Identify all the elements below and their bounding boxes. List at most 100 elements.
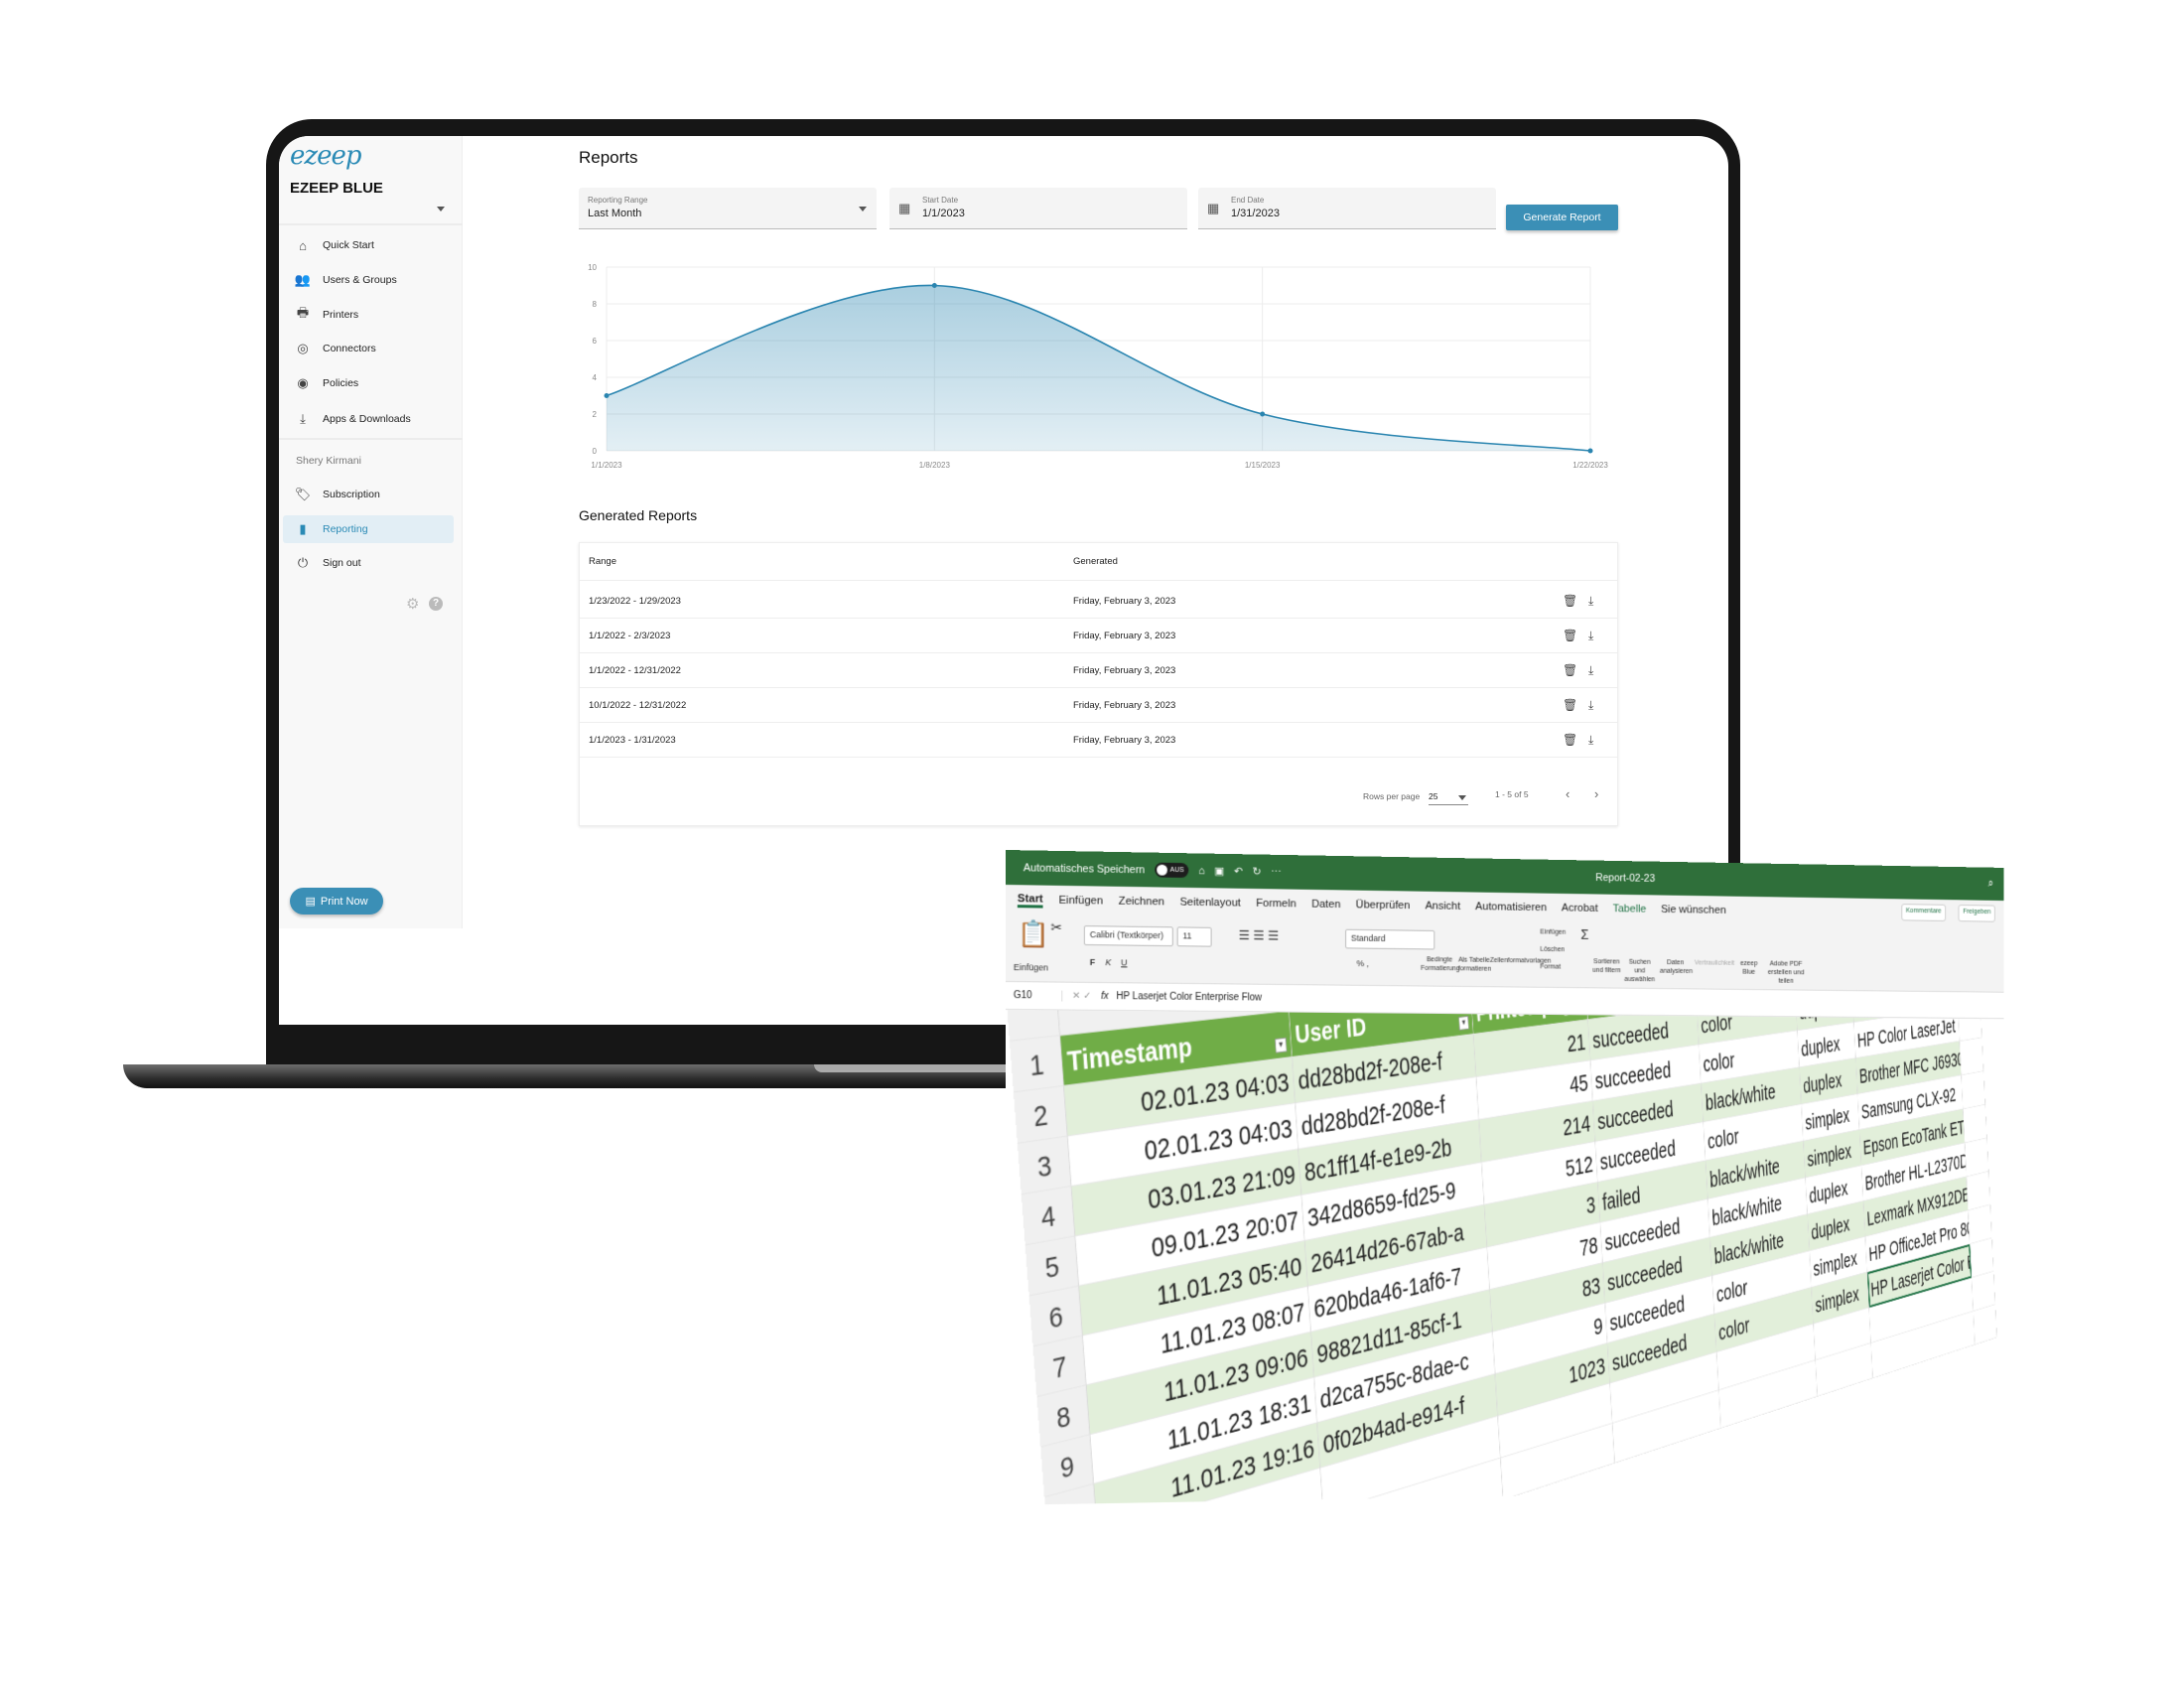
font-size-select[interactable]: 11 — [1176, 926, 1212, 947]
paste-icon[interactable]: 📋 — [1018, 918, 1049, 949]
adobe-pdf-button[interactable]: Adobe PDF erstellen und teilen — [1763, 959, 1808, 985]
number-format-select[interactable]: Standard — [1345, 928, 1435, 950]
cut-icon[interactable]: ✂ — [1050, 919, 1062, 936]
sidebar-item-sign-out[interactable]: ⏻ Sign out — [283, 549, 454, 577]
end-date-field[interactable]: ▦ End Date 1/31/2023 — [1198, 188, 1496, 229]
delete-icon[interactable]: 🗑 — [1563, 629, 1577, 642]
generate-report-button[interactable]: Generate Report — [1506, 205, 1618, 230]
table-row[interactable]: 1/1/2022 - 12/31/2022 Friday, February 3,… — [580, 653, 1617, 688]
sidebar-item-users-groups[interactable]: 👥 Users & Groups — [283, 266, 454, 294]
start-date-field[interactable]: ▦ Start Date 1/1/2023 — [889, 188, 1187, 229]
autosave-toggle[interactable]: AUS — [1155, 862, 1189, 879]
find-select-button[interactable]: Suchen und auswählen — [1623, 958, 1656, 984]
column-header-generated: Generated — [1073, 556, 1118, 567]
print-now-button[interactable]: ▤ Print Now — [290, 888, 383, 914]
sensitivity-button[interactable]: Vertraulichkeit — [1695, 959, 1734, 968]
formula-input[interactable]: HP Laserjet Color Enterprise Flow — [1117, 991, 1263, 1003]
row-number[interactable]: 4 — [1021, 1186, 1076, 1246]
font-select[interactable]: Calibri (Textkörper) — [1083, 925, 1173, 947]
filter-dropdown-icon[interactable]: ▾ — [1275, 1037, 1288, 1054]
bold-button[interactable]: F — [1090, 957, 1095, 967]
delete-cells-button[interactable]: Löschen — [1540, 945, 1565, 954]
ribbon-tab[interactable]: Acrobat — [1562, 903, 1598, 914]
reporting-range-select[interactable]: Reporting Range Last Month — [579, 188, 877, 229]
ribbon-tab[interactable]: Ansicht — [1426, 901, 1461, 913]
comments-button[interactable]: Kommentare — [1901, 904, 1947, 921]
analyze-data-button[interactable]: Daten analysieren — [1660, 958, 1693, 976]
ribbon-tab[interactable]: Zeichnen — [1119, 896, 1164, 909]
page-info: 1 - 5 of 5 — [1495, 789, 1529, 799]
sidebar-item-subscription[interactable]: 🏷 Subscription — [283, 481, 454, 508]
row-number[interactable]: 2 — [1013, 1085, 1068, 1144]
previous-page-icon[interactable]: ‹ — [1566, 786, 1570, 801]
row-number[interactable]: 1 — [1009, 1036, 1064, 1093]
delete-icon[interactable]: 🗑 — [1563, 663, 1577, 677]
format-as-table-button[interactable]: Als Tabelle formatieren — [1458, 956, 1491, 974]
more-icon[interactable]: ⋯ — [1271, 866, 1282, 879]
italic-button[interactable]: K — [1105, 957, 1111, 967]
filter-dropdown-icon[interactable]: ▾ — [1458, 1016, 1469, 1031]
sidebar-item-connectors[interactable]: ◎ Connectors — [283, 335, 454, 362]
download-icon[interactable]: ⤓ — [1588, 733, 1593, 748]
ribbon-tab[interactable]: Sie wünschen — [1661, 904, 1726, 916]
ribbon-tab[interactable]: Einfügen — [1059, 895, 1104, 908]
cell[interactable] — [1965, 1138, 1989, 1178]
sidebar-item-policies[interactable]: ◉ Policies — [283, 369, 454, 397]
help-icon[interactable]: ? — [429, 597, 443, 611]
delete-icon[interactable]: 🗑 — [1563, 698, 1577, 712]
range-cell: 1/1/2022 - 2/3/2023 — [589, 630, 671, 641]
format-cells-button[interactable]: Format — [1540, 962, 1561, 971]
next-page-icon[interactable]: › — [1594, 786, 1598, 801]
account-dropdown-caret-icon[interactable] — [437, 207, 445, 211]
table-row[interactable]: 10/1/2022 - 12/31/2022 Friday, February 3… — [580, 688, 1617, 723]
sidebar-item-apps-downloads[interactable]: ⤓ Apps & Downloads — [283, 405, 454, 433]
download-icon[interactable]: ⤓ — [1588, 698, 1593, 713]
brand-name[interactable]: EZEEP BLUE — [290, 180, 383, 197]
table-row[interactable]: 1/1/2022 - 2/3/2023 Friday, February 3, 2… — [580, 619, 1617, 653]
cell[interactable] — [1961, 1070, 1985, 1110]
percent-icon[interactable]: % , — [1357, 958, 1369, 968]
ribbon-tab[interactable]: Start — [1017, 892, 1043, 909]
table-row[interactable]: 1/23/2022 - 1/29/2023 Friday, February 3,… — [580, 584, 1617, 619]
cell[interactable] — [1960, 1038, 1984, 1075]
row-number[interactable]: 3 — [1017, 1136, 1072, 1196]
align-icon[interactable]: ☰ ☰ ☰ — [1239, 927, 1280, 943]
function-icon[interactable]: fx — [1101, 991, 1116, 1002]
table-header: Range Generated — [580, 543, 1617, 581]
name-box[interactable]: G10 — [1006, 990, 1063, 1002]
underline-button[interactable]: U — [1121, 957, 1127, 967]
undo-icon[interactable]: ↶ — [1234, 865, 1243, 878]
delete-icon[interactable]: 🗑 — [1563, 594, 1577, 608]
insert-cells-button[interactable]: Einfügen — [1540, 928, 1566, 937]
redo-icon[interactable]: ↻ — [1253, 865, 1262, 878]
ribbon-tab[interactable]: Überprüfen — [1356, 899, 1411, 912]
ribbon-tab[interactable]: Automatisieren — [1475, 901, 1547, 914]
save-icon[interactable]: ▣ — [1214, 865, 1224, 878]
sidebar-item-printers[interactable]: 🖶 Printers — [283, 301, 454, 329]
ezeep-blue-button[interactable]: ezeep Blue — [1738, 959, 1760, 977]
ribbon-tab[interactable]: Tabelle — [1613, 903, 1647, 914]
ribbon-tab[interactable]: Seitenlayout — [1179, 897, 1240, 910]
cell-styles-button[interactable]: Zellenformatvorlagen — [1490, 956, 1552, 965]
sidebar-item-reporting[interactable]: ▮ Reporting — [283, 515, 454, 543]
search-icon[interactable]: ⌕ — [1988, 878, 1993, 890]
spreadsheet-grid[interactable]: ABCDEFGH1Timestamp▾User ID▾Printed pages… — [1006, 1010, 2004, 1505]
rows-per-page-select[interactable]: 25 — [1429, 791, 1468, 805]
download-icon[interactable]: ⤓ — [1588, 594, 1593, 609]
ribbon-tab[interactable]: Daten — [1311, 899, 1340, 911]
autosum-icon[interactable]: Σ — [1580, 926, 1588, 942]
sort-filter-button[interactable]: Sortieren und filtern — [1590, 957, 1623, 975]
table-row[interactable]: 1/1/2023 - 1/31/2023 Friday, February 3, … — [580, 723, 1617, 758]
cell[interactable] — [1973, 1304, 1997, 1345]
delete-icon[interactable]: 🗑 — [1563, 733, 1577, 747]
paste-label[interactable]: Einfügen — [1014, 962, 1048, 972]
home-icon[interactable]: ⌂ — [1198, 865, 1204, 877]
share-button[interactable]: Freigeben — [1958, 905, 1995, 922]
download-icon[interactable]: ⤓ — [1588, 663, 1593, 678]
sidebar-item-quick-start[interactable]: ⌂ Quick Start — [283, 231, 454, 259]
download-icon[interactable]: ⤓ — [1588, 629, 1593, 643]
conditional-formatting-button[interactable]: Bedingte Formatierung — [1421, 955, 1459, 973]
settings-gear-icon[interactable]: ⚙ — [406, 595, 419, 613]
ribbon-tab[interactable]: Formeln — [1256, 898, 1297, 910]
cell[interactable] — [1963, 1104, 1987, 1144]
